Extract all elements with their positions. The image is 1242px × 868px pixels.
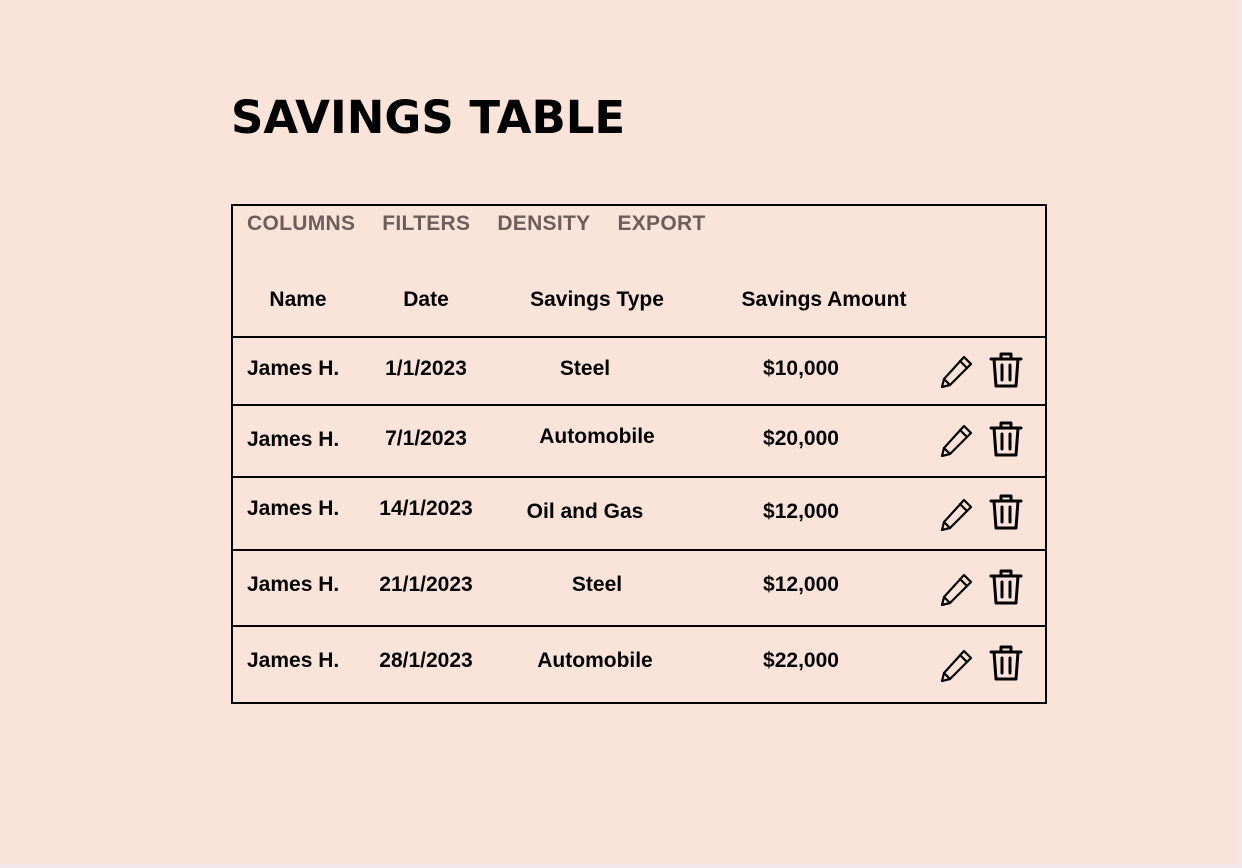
trash-icon[interactable]: [989, 493, 1023, 536]
cell-savings-amount: $12,000: [763, 500, 839, 523]
column-header-savings-amount[interactable]: Savings Amount: [742, 288, 907, 312]
cell-date: 7/1/2023: [385, 427, 467, 450]
pencil-icon[interactable]: [940, 354, 974, 393]
pencil-icon[interactable]: [940, 648, 974, 687]
trash-icon[interactable]: [989, 351, 1023, 394]
table-row: James H. 7/1/2023 Automobile $20,000: [233, 406, 1045, 478]
trash-icon[interactable]: [989, 568, 1023, 611]
filters-button[interactable]: FILTERS: [382, 212, 470, 236]
column-header-name[interactable]: Name: [269, 288, 326, 312]
trash-icon[interactable]: [989, 420, 1023, 463]
cell-savings-amount: $10,000: [763, 357, 839, 380]
table-header: COLUMNS FILTERS DENSITY EXPORT Name Date…: [233, 206, 1045, 338]
cell-savings-type: Steel: [571, 573, 623, 596]
trash-icon[interactable]: [989, 644, 1023, 687]
cell-savings-amount: $12,000: [763, 573, 839, 596]
cell-savings-type: Steel: [559, 357, 611, 380]
table-toolbar: COLUMNS FILTERS DENSITY EXPORT: [247, 212, 733, 236]
cell-savings-amount: $20,000: [763, 427, 839, 450]
table-row: James H. 21/1/2023 Steel $12,000: [233, 551, 1045, 627]
page-title: SAVINGS TABLE: [231, 91, 626, 144]
pencil-icon[interactable]: [940, 572, 974, 611]
table-row: James H. 14/1/2023 Oil and Gas $12,000: [233, 478, 1045, 551]
cell-name: James H.: [247, 357, 340, 380]
cell-name: James H.: [247, 573, 340, 596]
pencil-icon[interactable]: [940, 497, 974, 536]
cell-savings-type: Automobile: [537, 649, 653, 672]
density-button[interactable]: DENSITY: [497, 212, 590, 236]
column-header-date[interactable]: Date: [403, 288, 449, 312]
cell-name: James H.: [247, 428, 340, 451]
cell-date: 21/1/2023: [379, 573, 473, 596]
cell-savings-type: Oil and Gas: [526, 500, 644, 523]
columns-button[interactable]: COLUMNS: [247, 212, 355, 236]
table-row: James H. 1/1/2023 Steel $10,000: [233, 338, 1045, 406]
cell-date: 28/1/2023: [379, 649, 473, 672]
pencil-icon[interactable]: [940, 423, 974, 462]
cell-date: 1/1/2023: [385, 357, 467, 380]
table-row: James H. 28/1/2023 Automobile $22,000: [233, 627, 1045, 702]
cell-savings-type: Automobile: [539, 425, 655, 448]
cell-name: James H.: [247, 497, 340, 520]
column-header-savings-type[interactable]: Savings Type: [530, 288, 664, 312]
export-button[interactable]: EXPORT: [617, 212, 705, 236]
cell-savings-amount: $22,000: [763, 649, 839, 672]
savings-table: COLUMNS FILTERS DENSITY EXPORT Name Date…: [231, 204, 1047, 704]
cell-name: James H.: [247, 649, 340, 672]
cell-date: 14/1/2023: [379, 497, 473, 520]
